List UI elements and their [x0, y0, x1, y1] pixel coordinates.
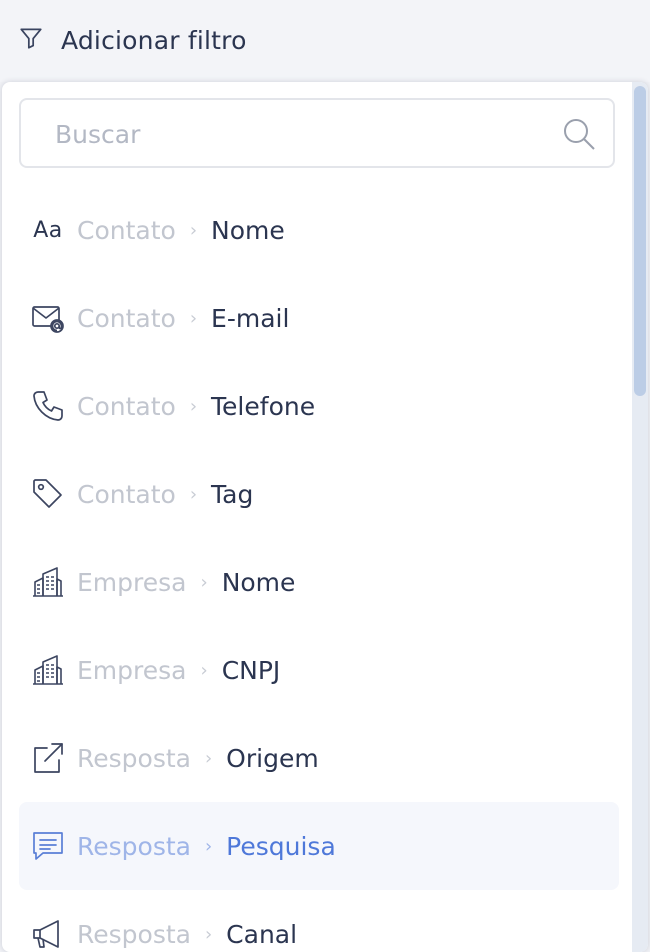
- option-name: Nome: [221, 567, 296, 597]
- email-icon: [30, 300, 66, 336]
- filter-option-contato-email[interactable]: Contato › E-mail: [19, 274, 619, 362]
- add-filter-button[interactable]: Adicionar filtro: [18, 22, 247, 58]
- option-category: Empresa: [77, 655, 187, 685]
- filter-option-contato-tag[interactable]: Contato › Tag: [19, 450, 619, 538]
- tag-icon: [30, 476, 66, 512]
- filter-option-resposta-origem[interactable]: Resposta › Origem: [19, 714, 619, 802]
- option-category: Resposta: [77, 919, 191, 949]
- option-name: E-mail: [211, 303, 290, 333]
- option-name: CNPJ: [221, 655, 281, 685]
- filter-option-empresa-nome[interactable]: Empresa › Nome: [19, 538, 619, 626]
- option-name: Canal: [226, 919, 298, 949]
- option-name: Telefone: [211, 391, 316, 421]
- chevron-right-icon: ›: [189, 483, 198, 505]
- filter-option-contato-telefone[interactable]: Contato › Telefone: [19, 362, 619, 450]
- option-category: Resposta: [77, 831, 191, 861]
- filter-icon: [18, 25, 44, 55]
- search-icon[interactable]: [561, 116, 597, 152]
- option-category: Resposta: [77, 743, 191, 773]
- option-category: Contato: [77, 391, 176, 421]
- chevron-right-icon: ›: [189, 219, 198, 241]
- filter-option-empresa-cnpj[interactable]: Empresa › CNPJ: [19, 626, 619, 714]
- filter-options-list: Aa Contato › Nome Contato › E-mail Conta…: [19, 186, 619, 952]
- text-icon: Aa: [33, 217, 63, 243]
- option-name: Origem: [226, 743, 319, 773]
- chevron-right-icon: ›: [204, 923, 213, 945]
- option-name: Tag: [211, 479, 254, 509]
- chevron-right-icon: ›: [189, 395, 198, 417]
- building-icon: [30, 652, 66, 688]
- option-name: Nome: [211, 215, 285, 245]
- building-icon: [30, 564, 66, 600]
- chevron-right-icon: ›: [189, 307, 198, 329]
- filter-option-contato-nome[interactable]: Aa Contato › Nome: [19, 186, 619, 274]
- filter-option-resposta-canal[interactable]: Resposta › Canal: [19, 890, 619, 952]
- phone-icon: [30, 388, 66, 424]
- message-icon: [30, 828, 66, 864]
- option-category: Contato: [77, 479, 176, 509]
- chevron-right-icon: ›: [204, 835, 213, 857]
- chevron-right-icon: ›: [200, 659, 208, 681]
- chevron-right-icon: ›: [204, 747, 213, 769]
- search-input[interactable]: [53, 100, 557, 168]
- option-category: Contato: [77, 215, 176, 245]
- filter-option-resposta-pesquisa[interactable]: Resposta › Pesquisa: [19, 802, 619, 890]
- option-name: Pesquisa: [226, 831, 336, 861]
- external-link-icon: [30, 740, 66, 776]
- top-bar: Adicionar filtro: [0, 0, 650, 82]
- search-box: [19, 98, 615, 168]
- filter-dropdown: Aa Contato › Nome Contato › E-mail: [2, 82, 648, 952]
- option-category: Contato: [77, 303, 176, 333]
- scrollbar[interactable]: [632, 82, 648, 952]
- add-filter-label: Adicionar filtro: [61, 25, 247, 55]
- scrollbar-thumb[interactable]: [634, 86, 646, 396]
- chevron-right-icon: ›: [200, 571, 208, 593]
- option-category: Empresa: [77, 567, 187, 597]
- megaphone-icon: [30, 916, 66, 952]
